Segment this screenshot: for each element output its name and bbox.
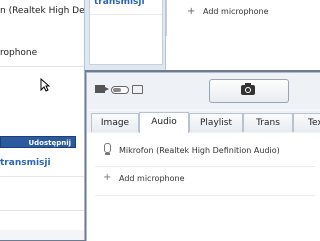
microphone-stand [105, 153, 110, 155]
background-audio-panel: + Add microphone [166, 0, 320, 36]
tab-image[interactable]: Image [91, 113, 139, 132]
snapshot-camera-icon [241, 83, 255, 95]
plus-icon[interactable]: + [103, 172, 111, 183]
middle-window-panel: transmisji [89, 0, 163, 65]
divider [0, 210, 84, 211]
back-transmit-label: transmisji [0, 158, 51, 168]
main-window: Image Audio Playlist Trans Tex Mikrofon … [86, 72, 320, 241]
add-microphone-link[interactable]: Add microphone [203, 7, 269, 16]
snapshot-button[interactable] [209, 79, 289, 103]
toolbar [87, 73, 320, 109]
divider [0, 66, 84, 67]
share-button[interactable]: Udostępnij [0, 136, 76, 148]
divider [95, 166, 315, 167]
microphone-device-item[interactable]: Mikrofon (Realtek High Definition Audio) [119, 146, 280, 155]
divider [90, 14, 162, 15]
plus-icon: + [187, 6, 196, 17]
back-mic-device-label: n (Realtek High Definition [0, 6, 85, 16]
add-microphone-link[interactable]: Add microphone [119, 174, 185, 183]
back-mic-sub-label: rophone [0, 48, 38, 58]
camera-icon[interactable] [132, 85, 143, 94]
mid-transmit-label: transmisji [94, 0, 145, 7]
mouse-cursor-icon [40, 78, 50, 92]
toggle-switch-icon[interactable] [111, 86, 129, 94]
toggle-knob [113, 88, 121, 92]
audio-tab-content: Mikrofon (Realtek High Definition Audio)… [87, 133, 320, 241]
background-panel-fill [166, 36, 320, 70]
tab-bar: Image Audio Playlist Trans Tex [87, 111, 320, 134]
microphone-icon [104, 143, 111, 153]
divider [0, 176, 84, 177]
tab-trans[interactable]: Trans [243, 113, 293, 132]
background-window-middle: transmisji [84, 0, 166, 70]
tab-audio[interactable]: Audio [139, 112, 189, 133]
tab-playlist[interactable]: Playlist [189, 113, 243, 132]
background-window-left: n (Realtek High Definition rophone Udost… [0, 0, 85, 240]
divider [95, 195, 315, 196]
tab-text[interactable]: Tex [293, 113, 320, 132]
back-window-footer [0, 230, 84, 240]
video-camera-icon[interactable] [95, 85, 109, 93]
